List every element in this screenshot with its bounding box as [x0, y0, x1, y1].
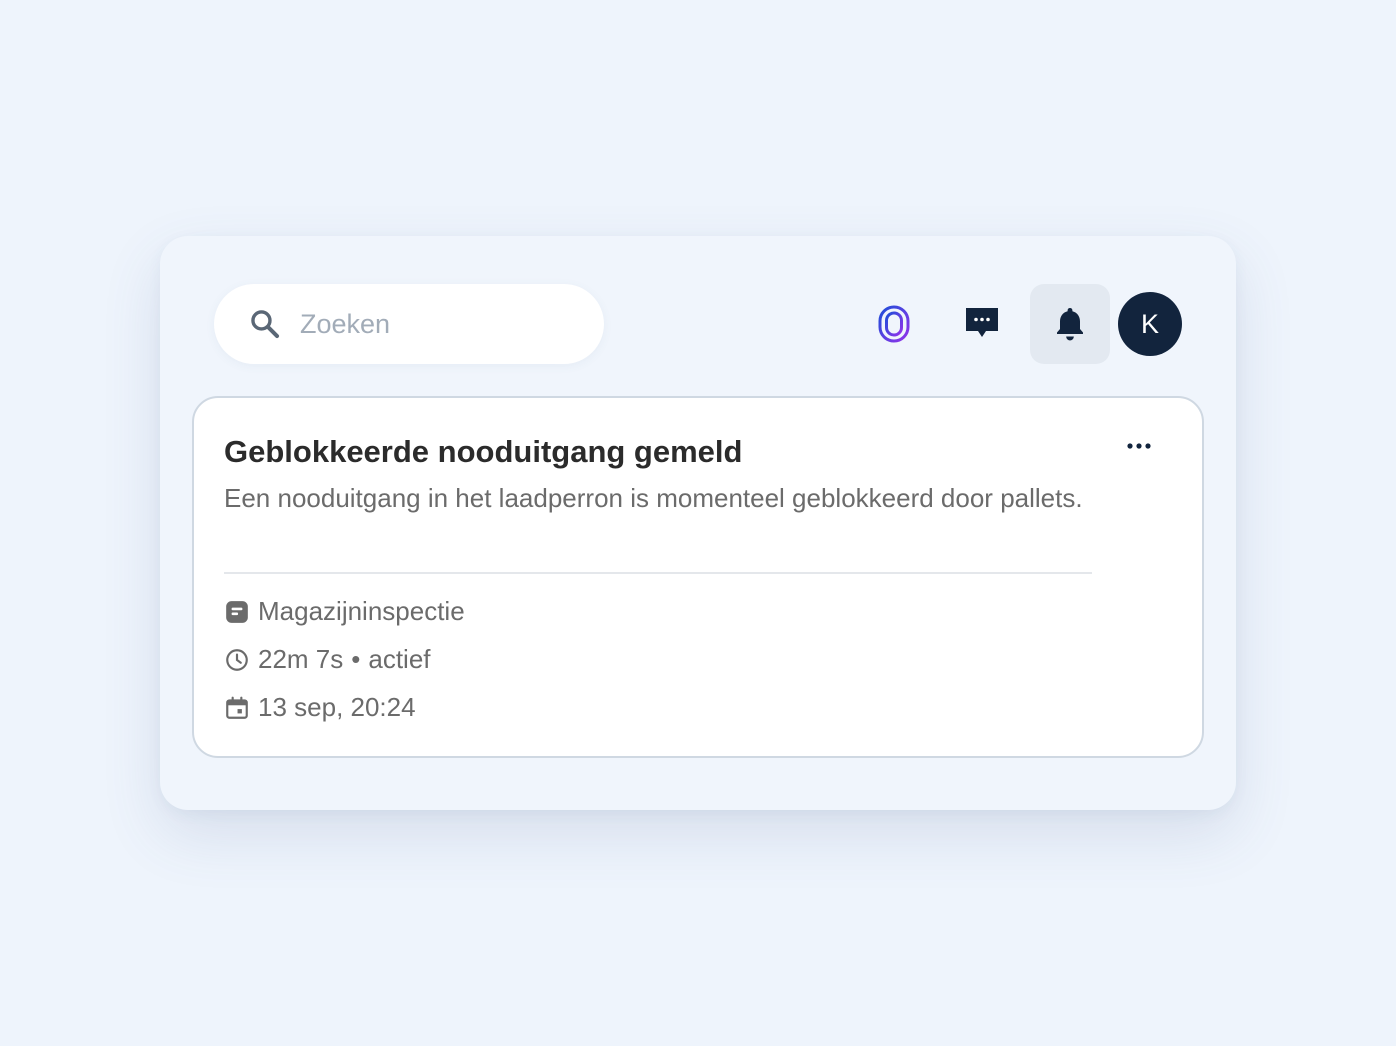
fingerprint-logo-button[interactable] [854, 284, 934, 364]
duration-row: 22m 7s • actief [224, 644, 431, 675]
date-row: 13 sep, 20:24 [224, 692, 416, 723]
clock-icon [226, 648, 248, 671]
search-icon [251, 310, 280, 339]
messages-button[interactable] [942, 284, 1022, 364]
category-row: Magazijninspectie [224, 596, 465, 627]
tag-icon [226, 600, 248, 623]
status-value: actief [368, 644, 431, 674]
search-input[interactable] [300, 308, 580, 340]
chat-icon [966, 308, 998, 337]
more-options-button[interactable] [1114, 426, 1164, 466]
user-avatar[interactable]: K [1118, 292, 1182, 356]
duration-value: 22m 7s [258, 644, 344, 674]
notification-panel: K Geblokkeerde nooduitgang gemeld Een no… [160, 236, 1236, 810]
notification-description: Een nooduitgang in het laadperron is mom… [224, 483, 1083, 513]
divider [224, 572, 1092, 574]
notifications-button[interactable] [1030, 284, 1110, 364]
calendar-icon [226, 696, 248, 719]
bell-icon [1057, 308, 1083, 341]
notification-title: Geblokkeerde nooduitgang gemeld [224, 434, 743, 469]
category-label: Magazijninspectie [258, 596, 465, 626]
more-horizontal-icon [1127, 443, 1151, 449]
fingerprint-logo-icon [878, 305, 910, 343]
search-bar[interactable] [214, 284, 604, 364]
notification-card[interactable]: Geblokkeerde nooduitgang gemeld Een nood… [192, 396, 1204, 758]
datetime-value: 13 sep, 20:24 [258, 692, 416, 722]
status-separator: • [351, 644, 361, 674]
